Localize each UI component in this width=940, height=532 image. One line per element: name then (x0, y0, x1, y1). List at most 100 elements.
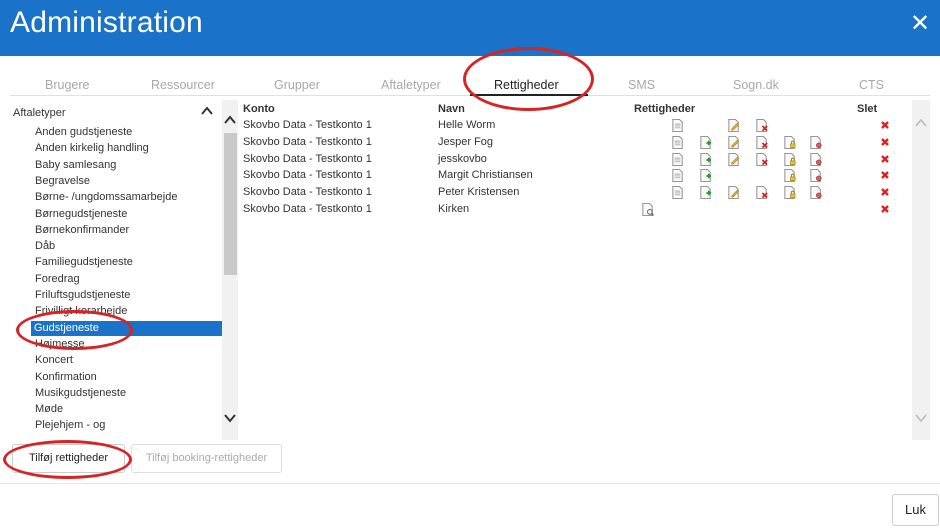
tab-ressourcer[interactable]: Ressourcer (151, 78, 215, 92)
appointment-type-list[interactable]: Aftaletyper Anden gudstjeneste Anden kirk… (10, 100, 223, 440)
list-item[interactable]: Børne- /ungdomssamarbejde (32, 190, 222, 205)
right-restrict-icon[interactable] (809, 168, 823, 183)
tab-cts[interactable]: CTS (859, 78, 884, 92)
list-item[interactable]: Højmesse (32, 337, 222, 352)
list-header: Aftaletyper (13, 107, 66, 119)
add-rights-button[interactable]: Tilføj rettigheder (12, 444, 125, 473)
list-item[interactable]: Plejehjem - og (32, 418, 222, 433)
cell-konto: Skovbo Data - Testkonto 1 (243, 169, 372, 182)
right-edit-icon[interactable] (727, 135, 741, 150)
tab-sogn-dk[interactable]: Sogn.dk (733, 78, 779, 92)
list-item[interactable]: Dåb (32, 239, 222, 254)
chevron-up-icon[interactable] (200, 104, 214, 118)
right-delete-icon[interactable] (755, 185, 769, 200)
footer-divider (0, 483, 940, 484)
cell-navn: Kirken (438, 203, 470, 215)
right-view-icon[interactable] (671, 185, 685, 200)
table-row[interactable]: Skovbo Data - Testkonto 1 jesskovbo (243, 152, 913, 169)
delete-icon[interactable] (879, 119, 891, 131)
right-edit-icon[interactable] (727, 152, 741, 167)
column-header-rettigheder: Rettigheder (634, 103, 696, 115)
list-item[interactable]: Konfirmation (32, 370, 222, 385)
chevron-up-icon[interactable] (915, 118, 927, 128)
cell-navn: Jesper Fog (438, 135, 494, 148)
right-restrict-icon[interactable] (809, 152, 823, 167)
table-row[interactable]: Skovbo Data - Testkonto 1 Helle Worm (243, 118, 913, 135)
table-row[interactable]: Skovbo Data - Testkonto 1 Jesper Fog (243, 135, 913, 152)
right-edit-icon[interactable] (727, 185, 741, 200)
table-row[interactable]: Skovbo Data - Testkonto 1 Margit Christia… (243, 168, 913, 185)
add-booking-rights-button[interactable]: Tilføj booking-rettigheder (131, 444, 282, 473)
delete-icon[interactable] (879, 153, 891, 165)
right-add-icon[interactable] (699, 168, 713, 183)
delete-icon[interactable] (879, 169, 891, 181)
cell-navn: Margit Christiansen (438, 169, 533, 182)
tab-grupper[interactable]: Grupper (274, 78, 320, 92)
list-item[interactable]: Børnekonfirmander (32, 223, 222, 238)
list-item[interactable]: Koncert (32, 353, 222, 368)
right-view-icon[interactable] (671, 118, 685, 133)
column-header-slet: Slet (857, 103, 878, 115)
table-scrollbar[interactable] (912, 100, 930, 440)
right-lock-icon[interactable] (783, 152, 797, 167)
list-item[interactable]: Gudstjeneste (31, 320, 222, 336)
close-button[interactable]: Luk (892, 494, 939, 526)
dialog-title: Administration (10, 6, 203, 39)
right-restrict-icon[interactable] (809, 135, 823, 150)
cell-konto: Skovbo Data - Testkonto 1 (243, 186, 372, 199)
scrollbar-thumb[interactable] (224, 133, 237, 275)
tab-rettigheder[interactable]: Rettigheder (494, 78, 559, 92)
tab-bar: Brugere Ressourcer Grupper Aftaletyper R… (10, 72, 930, 96)
cell-konto: Skovbo Data - Testkonto 1 (243, 152, 372, 165)
right-delete-icon[interactable] (755, 118, 769, 133)
list-item[interactable]: Møde (32, 402, 222, 417)
cell-konto: Skovbo Data - Testkonto 1 (243, 135, 372, 148)
right-delete-icon[interactable] (755, 152, 769, 167)
list-scrollbar[interactable] (222, 100, 238, 440)
right-view-icon[interactable] (671, 152, 685, 167)
list-item[interactable]: Musikgudstjeneste (32, 386, 222, 401)
right-delete-icon[interactable] (755, 135, 769, 150)
cell-navn: Peter Kristensen (438, 186, 520, 199)
dialog-titlebar: Administration ✕ (0, 0, 940, 56)
list-item[interactable]: Baby samlesang (32, 158, 222, 173)
right-add-icon[interactable] (699, 135, 713, 150)
tab-sms[interactable]: SMS (628, 78, 655, 92)
right-edit-icon[interactable] (727, 118, 741, 133)
right-add-icon[interactable] (699, 185, 713, 200)
list-item[interactable]: Frivilligt korarbejde (32, 304, 222, 319)
list-item[interactable]: Anden kirkelig handling (32, 141, 222, 156)
list-item[interactable]: Begravelse (32, 174, 222, 189)
right-restrict-icon[interactable] (809, 185, 823, 200)
right-search-icon[interactable] (641, 202, 655, 217)
right-lock-icon[interactable] (783, 185, 797, 200)
right-view-icon[interactable] (671, 168, 685, 183)
right-lock-icon[interactable] (783, 168, 797, 183)
delete-icon[interactable] (879, 203, 891, 215)
chevron-down-icon[interactable] (224, 413, 236, 423)
delete-icon[interactable] (879, 186, 891, 198)
chevron-down-icon[interactable] (915, 413, 927, 423)
right-add-icon[interactable] (699, 152, 713, 167)
right-view-icon[interactable] (671, 135, 685, 150)
tab-brugere[interactable]: Brugere (45, 78, 89, 92)
right-lock-icon[interactable] (783, 135, 797, 150)
column-header-konto: Konto (243, 103, 275, 115)
chevron-up-icon[interactable] (224, 115, 236, 125)
list-item[interactable]: Familiegudstjeneste (32, 255, 222, 270)
column-header-navn: Navn (438, 103, 465, 115)
active-tab-indicator (470, 94, 588, 96)
table-row[interactable]: Skovbo Data - Testkonto 1 Kirken (243, 202, 913, 219)
cell-konto: Skovbo Data - Testkonto 1 (243, 203, 372, 215)
list-item[interactable]: Anden gudstjeneste (32, 125, 222, 140)
cell-navn: Helle Worm (438, 119, 496, 131)
list-item[interactable]: Foredrag (32, 272, 222, 287)
table-row[interactable]: Skovbo Data - Testkonto 1 Peter Kristense… (243, 185, 913, 202)
tab-aftaletyper[interactable]: Aftaletyper (381, 78, 441, 92)
close-icon[interactable]: ✕ (907, 11, 933, 37)
delete-icon[interactable] (879, 136, 891, 148)
list-item[interactable]: Friluftsgudstjeneste (32, 288, 222, 303)
cell-konto: Skovbo Data - Testkonto 1 (243, 119, 372, 131)
cell-navn: jesskovbo (438, 152, 487, 165)
list-item[interactable]: Børnegudstjeneste (32, 207, 222, 222)
